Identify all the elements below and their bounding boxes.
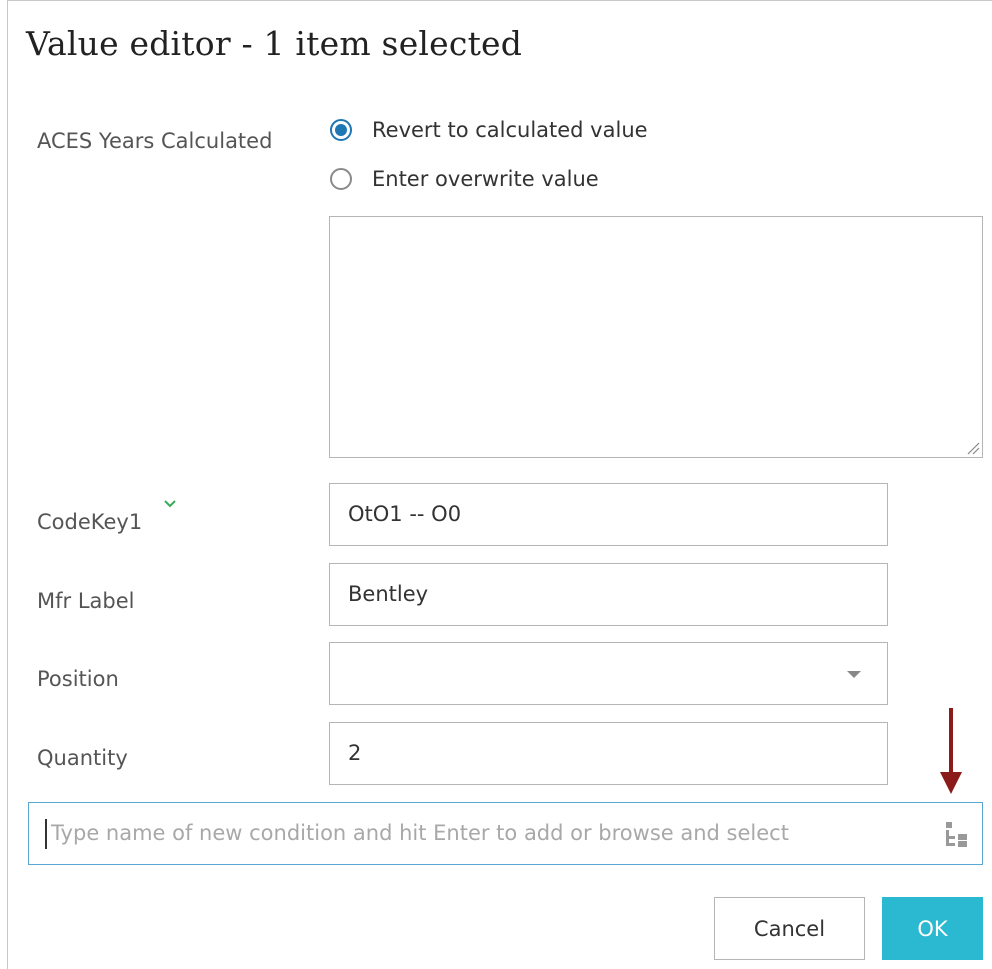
- text-cursor: [45, 819, 47, 849]
- cancel-button[interactable]: Cancel: [714, 897, 865, 960]
- radio-enter-overwrite[interactable]: Enter overwrite value: [330, 164, 599, 194]
- aces-years-label: ACES Years Calculated: [37, 129, 273, 153]
- resize-grip-icon[interactable]: [966, 441, 980, 455]
- radio-button-unchecked[interactable]: [330, 168, 352, 190]
- radio-label-revert: Revert to calculated value: [372, 118, 648, 142]
- quantity-label: Quantity: [37, 746, 128, 770]
- quantity-field[interactable]: 2: [329, 722, 888, 785]
- position-select[interactable]: [329, 642, 888, 705]
- condition-input[interactable]: Type name of new condition and hit Enter…: [28, 802, 983, 865]
- radio-button-checked[interactable]: [330, 119, 352, 141]
- codekey-label: CodeKey1: [37, 510, 143, 534]
- condition-placeholder: Type name of new condition and hit Enter…: [51, 821, 789, 845]
- mfr-label-label: Mfr Label: [37, 589, 135, 613]
- dialog-title: Value editor - 1 item selected: [26, 24, 523, 63]
- ok-button[interactable]: OK: [882, 897, 983, 960]
- mfr-label-field[interactable]: Bentley: [329, 563, 888, 626]
- radio-label-overwrite: Enter overwrite value: [372, 167, 599, 191]
- caret-down-icon[interactable]: [847, 671, 861, 678]
- radio-revert-calculated[interactable]: Revert to calculated value: [330, 115, 648, 145]
- tree-browse-icon[interactable]: [944, 821, 968, 847]
- overwrite-value-textarea[interactable]: [329, 216, 983, 458]
- arrow-down-icon: [940, 708, 962, 794]
- chevron-down-icon: [164, 500, 176, 508]
- codekey-field[interactable]: OtO1 -- O0: [329, 483, 888, 546]
- position-label: Position: [37, 667, 119, 691]
